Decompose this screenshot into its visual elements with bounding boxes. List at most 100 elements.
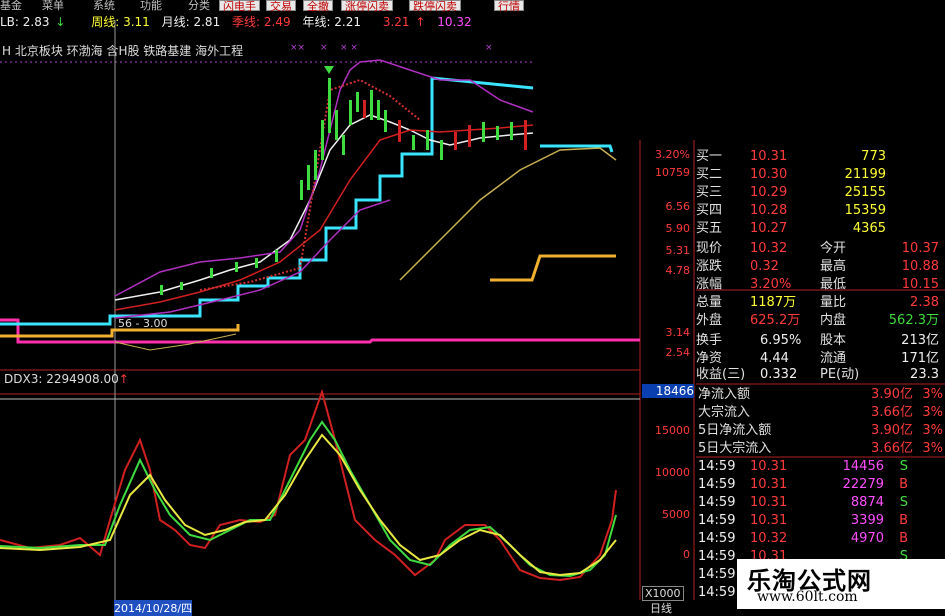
stat-value: 1187万 bbox=[750, 295, 797, 310]
axis-label: 5.90 bbox=[665, 222, 691, 235]
ddx-green-line bbox=[0, 420, 617, 578]
tick-side: B bbox=[899, 531, 908, 546]
stats-row: 涨幅 3.20% 最低 10.15 bbox=[696, 276, 945, 294]
stat-value: 10.37 bbox=[901, 241, 939, 256]
bid-price: 10.29 bbox=[750, 185, 788, 200]
ddx-red-line bbox=[0, 388, 617, 582]
finance-value: 213亿 bbox=[901, 333, 939, 348]
ddx-yellow-line bbox=[0, 433, 617, 577]
flow-label: 5日大宗流入 bbox=[698, 441, 772, 456]
bid-label: 买二 bbox=[696, 167, 723, 182]
indicator-title: DDX3: 2294908.00↑ bbox=[4, 372, 129, 386]
tick-time: 14:59 bbox=[698, 495, 736, 510]
tick-side: S bbox=[899, 495, 908, 510]
svg-text:×: × bbox=[320, 43, 328, 53]
bid-row: 买一 10.31 773 bbox=[696, 148, 936, 166]
finance-label: 收益(三) bbox=[696, 367, 746, 382]
bid-row: 买三 10.29 25155 bbox=[696, 184, 936, 202]
finance-value: 6.95% bbox=[760, 333, 802, 348]
finance-row: 换手 6.95% 股本 213亿 bbox=[696, 332, 945, 350]
tick-side: B bbox=[899, 477, 908, 492]
bid-row: 买二 10.30 21199 bbox=[696, 166, 936, 184]
stat-value: 2.38 bbox=[910, 295, 939, 310]
bid-volume: 773 bbox=[861, 149, 886, 164]
indicator-current-value: 18466 bbox=[642, 384, 694, 398]
finance-value: 23.3 bbox=[910, 367, 939, 382]
stat-label: 总量 bbox=[696, 295, 723, 310]
tick-row: 14:59 10.32 4970 B bbox=[698, 530, 908, 548]
stat-label: 涨跌 bbox=[696, 259, 723, 274]
stat-label: 最低 bbox=[820, 277, 847, 292]
tick-side: S bbox=[899, 459, 908, 474]
axis-label: 6.56 bbox=[665, 200, 691, 213]
finance-label: 换手 bbox=[696, 333, 723, 348]
finance-label: PE(动) bbox=[820, 367, 860, 382]
flow-row: 5日大宗流入 3.66亿 3% bbox=[698, 440, 945, 458]
flow-pct: 3% bbox=[922, 441, 943, 456]
tick-volume: 8874 bbox=[850, 495, 884, 510]
tick-row: 14:59 10.31 3399 B bbox=[698, 512, 908, 530]
tick-row: 14:59 10.31 14456 S bbox=[698, 458, 908, 476]
ddx-title: DDX3: 2294908.00 bbox=[4, 372, 119, 386]
stat-value: 10.88 bbox=[901, 259, 939, 274]
indicator-axis-label: 0 bbox=[683, 548, 690, 561]
tick-price: 10.32 bbox=[750, 531, 788, 546]
period-label[interactable]: 日线 bbox=[650, 600, 672, 616]
bid-price: 10.28 bbox=[750, 203, 788, 218]
svg-text:××: ×× bbox=[290, 43, 305, 53]
stat-label: 今开 bbox=[820, 241, 847, 256]
bid-row: 买五 10.27 4365 bbox=[696, 220, 936, 238]
stats-row: 外盘 625.2万 内盘 562.3万 bbox=[696, 312, 945, 330]
tick-time: 14:59 bbox=[698, 531, 736, 546]
cursor-date: 2014/10/28/四 bbox=[114, 600, 193, 616]
tick-volume: 3399 bbox=[850, 513, 884, 528]
bid-volume: 4365 bbox=[852, 221, 886, 236]
tick-price: 10.31 bbox=[750, 495, 788, 510]
finance-row: 收益(三) 0.332 PE(动) 23.3 bbox=[696, 366, 945, 384]
bid-label: 买五 bbox=[696, 221, 723, 236]
tick-price: 10.31 bbox=[750, 513, 788, 528]
purple-lower-line bbox=[114, 199, 391, 319]
stat-label: 最高 bbox=[820, 259, 847, 274]
axis-label: 4.78 bbox=[665, 264, 691, 277]
flow-label: 净流入额 bbox=[698, 387, 751, 402]
bid-volume: 21199 bbox=[844, 167, 886, 182]
axis-label: 3.14 bbox=[665, 326, 691, 339]
axis-label: 10759 bbox=[655, 166, 690, 179]
tick-time: 14:59 bbox=[698, 459, 736, 474]
finance-value: 0.332 bbox=[760, 367, 798, 382]
watermark-logo: 乐淘公式网 www.60lt.com bbox=[737, 559, 945, 609]
flow-value: 3.90亿 bbox=[871, 387, 913, 402]
indicator-axis-label: 10000 bbox=[655, 466, 690, 479]
axis-label: 5.31 bbox=[665, 244, 691, 257]
flow-row: 5日净流入额 3.90亿 3% bbox=[698, 422, 945, 440]
svg-text:×: × bbox=[485, 43, 493, 53]
flow-value: 3.66亿 bbox=[871, 441, 913, 456]
tick-time: 14:59 bbox=[698, 549, 736, 564]
stat-value: 625.2万 bbox=[750, 313, 801, 328]
stat-label: 内盘 bbox=[820, 313, 847, 328]
flow-pct: 3% bbox=[922, 387, 943, 402]
svg-text:× ×: × × bbox=[340, 43, 358, 53]
tick-row: 14:59 10.31 22279 B bbox=[698, 476, 908, 494]
watermark-url: www.60lt.com bbox=[757, 589, 858, 605]
down-marker-icon bbox=[324, 66, 334, 74]
tick-row: 14:59 10.31 8874 S bbox=[698, 494, 908, 512]
indicator-axis-label: 5000 bbox=[662, 508, 690, 521]
tick-time: 14:59 bbox=[698, 585, 736, 600]
tick-side: B bbox=[899, 513, 908, 528]
tick-time: 14:59 bbox=[698, 567, 736, 582]
candles bbox=[160, 78, 527, 295]
tick-price: 10.31 bbox=[750, 459, 788, 474]
yellow-slow-line bbox=[399, 147, 617, 281]
tick-time: 14:59 bbox=[698, 513, 736, 528]
bid-price: 10.31 bbox=[750, 149, 788, 164]
bid-volume: 25155 bbox=[844, 185, 886, 200]
flow-value: 3.90亿 bbox=[871, 423, 913, 438]
tick-price: 10.31 bbox=[750, 477, 788, 492]
flow-pct: 3% bbox=[922, 405, 943, 420]
stat-label: 现价 bbox=[696, 241, 723, 256]
bid-label: 买三 bbox=[696, 185, 723, 200]
axis-label: 2.54 bbox=[665, 346, 691, 359]
finance-label: 股本 bbox=[820, 333, 847, 348]
